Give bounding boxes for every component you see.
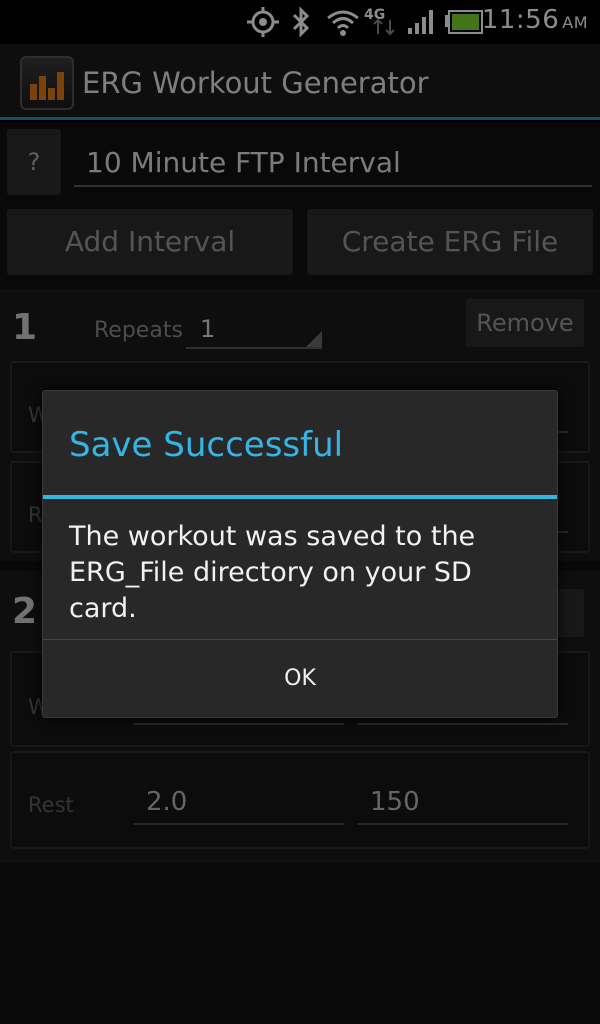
ok-button[interactable]: OK [43,640,557,717]
dialog-message: The workout was saved to the ERG_File di… [69,521,476,624]
save-successful-dialog: Save Successful The workout was saved to… [42,390,558,718]
dialog-title: Save Successful [69,425,344,465]
dialog-title-divider [43,495,557,499]
